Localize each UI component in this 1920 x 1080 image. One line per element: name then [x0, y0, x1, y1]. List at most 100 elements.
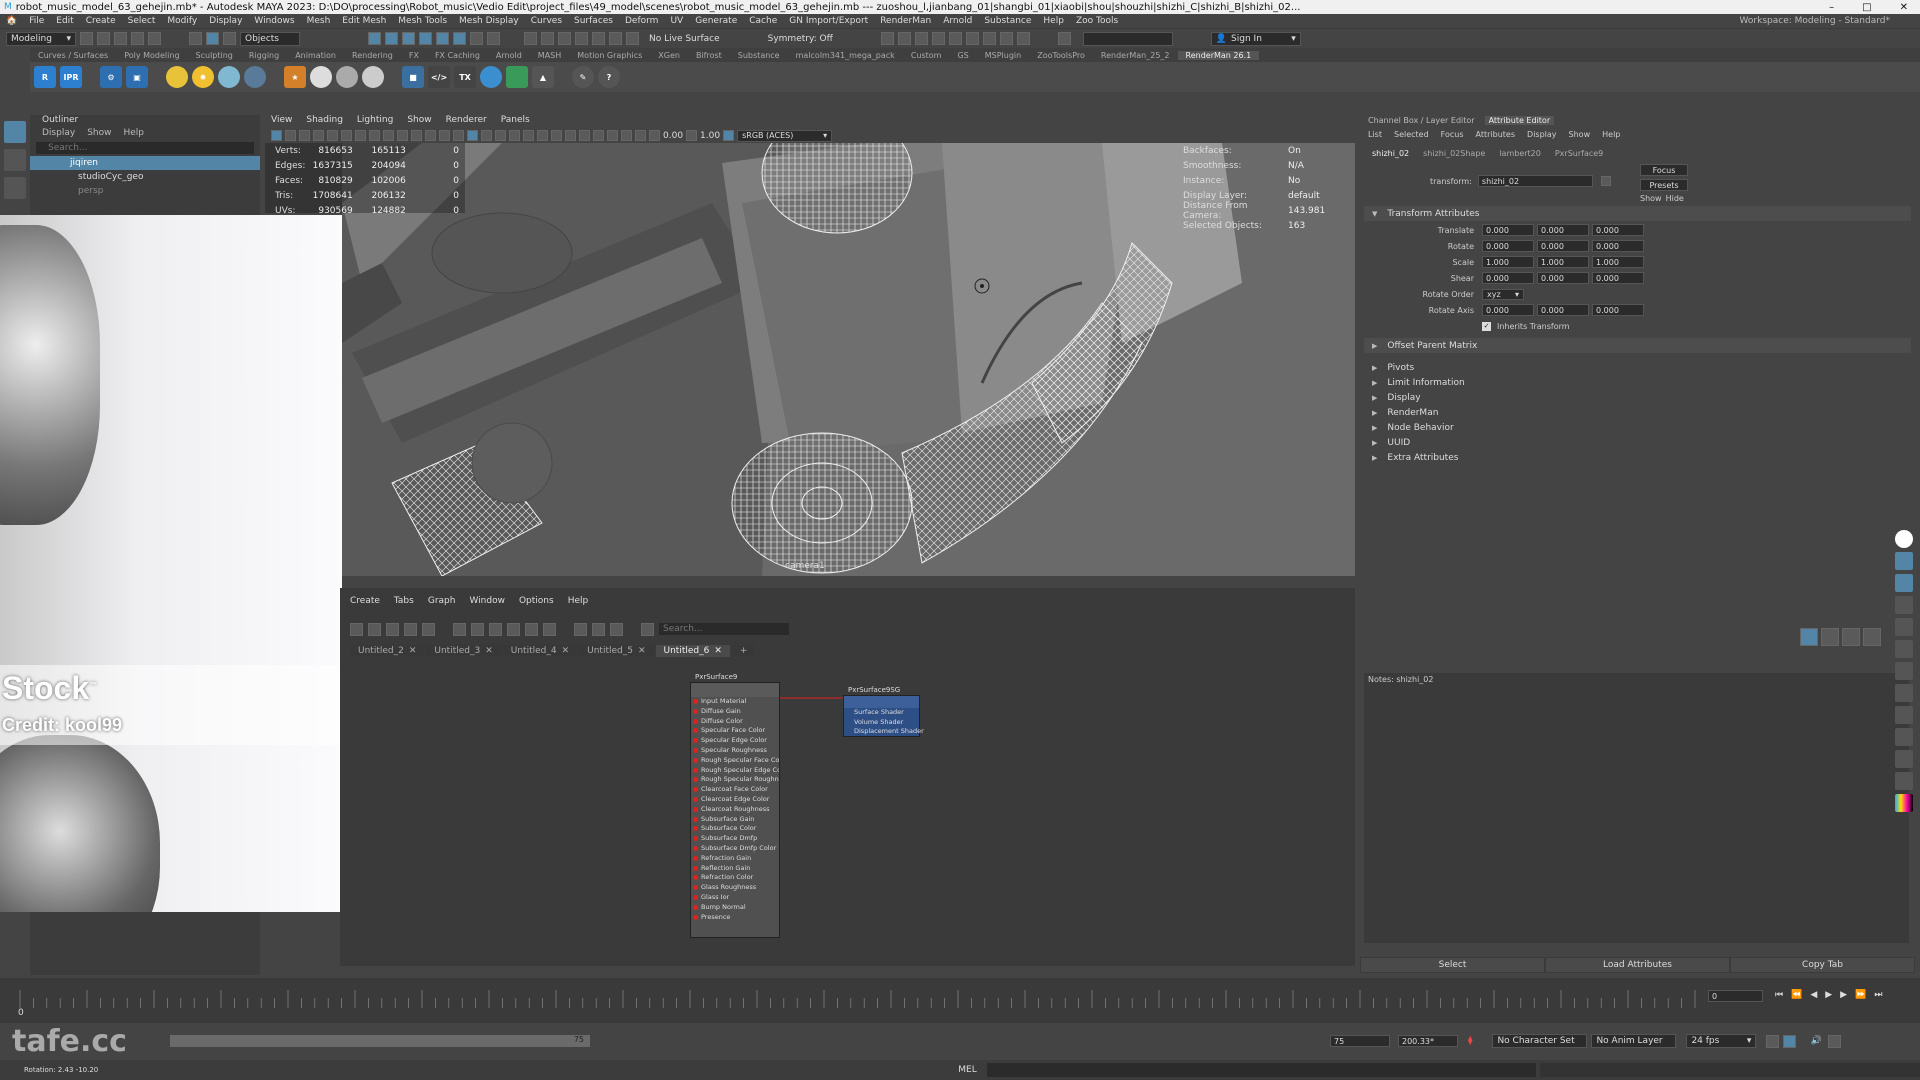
- anim-layer-select[interactable]: No Anim Layer: [1591, 1034, 1677, 1048]
- anim-prefs-icon[interactable]: [1827, 1034, 1841, 1048]
- node2-header[interactable]: [844, 696, 919, 708]
- viewport-menu-view[interactable]: View: [271, 115, 292, 128]
- shelf-tab-fx[interactable]: FX: [401, 51, 427, 60]
- ne-menu-graph[interactable]: Graph: [428, 596, 456, 606]
- playback-end-field[interactable]: 200.33*: [1398, 1035, 1458, 1047]
- construction-history-icon[interactable]: [524, 32, 537, 45]
- mel-input[interactable]: [986, 1063, 1536, 1077]
- vp-image-plane-icon[interactable]: [313, 130, 324, 141]
- vp-safe-title-icon[interactable]: [439, 130, 450, 141]
- vp-gate-mask-icon[interactable]: [397, 130, 408, 141]
- shelf-tab-renderman-26-1[interactable]: RenderMan 26.1: [1177, 50, 1260, 60]
- notes-area[interactable]: Notes: shizhi_02: [1364, 673, 1909, 943]
- node1-attr-port[interactable]: Refraction Gain: [691, 854, 779, 864]
- graph-icon[interactable]: ▲: [532, 66, 554, 88]
- node1-header[interactable]: [691, 683, 779, 697]
- vp-xray-icon[interactable]: [621, 130, 632, 141]
- vp-bookmark-icon[interactable]: [299, 130, 310, 141]
- renderman-ipr-icon[interactable]: IPR: [60, 66, 82, 88]
- node1-attr-port[interactable]: Glass Ior: [691, 893, 779, 903]
- ne-menu-tabs[interactable]: Tabs: [394, 596, 414, 606]
- select-hierarchy-icon[interactable]: [189, 32, 202, 45]
- workspace-select[interactable]: Workspace: Modeling - Standard*: [1740, 16, 1920, 26]
- shear-y-field[interactable]: 0.000: [1537, 272, 1589, 284]
- vp-wireframe-on-shaded-icon[interactable]: [495, 130, 506, 141]
- ipr-icon[interactable]: [558, 32, 571, 45]
- print-icon[interactable]: [1895, 728, 1913, 746]
- shelf-tab-rendering[interactable]: Rendering: [344, 51, 401, 60]
- open-scene-icon[interactable]: [97, 32, 110, 45]
- close-icon[interactable]: ✕: [562, 646, 570, 656]
- ae-menu-selected[interactable]: Selected: [1394, 130, 1429, 139]
- shelf-tab-mash[interactable]: MASH: [530, 51, 569, 60]
- scale-x-field[interactable]: 1.000: [1482, 256, 1534, 268]
- material-gray-icon[interactable]: [362, 66, 384, 88]
- cube-icon[interactable]: ■: [402, 66, 424, 88]
- ne-tab-untitled_3[interactable]: Untitled_3 ✕: [426, 645, 501, 657]
- node1-attr-port[interactable]: Rough Specular Edge Color: [691, 766, 779, 776]
- vp-dof-icon[interactable]: [593, 130, 604, 141]
- vp-lock-camera-icon[interactable]: [285, 130, 296, 141]
- rotate-order-select[interactable]: xyz ▾: [1482, 288, 1524, 300]
- shelf-tab-zootoolspro[interactable]: ZooToolsPro: [1029, 51, 1093, 60]
- ne-clear-graph-icon[interactable]: [404, 622, 417, 636]
- statusline-search-field[interactable]: [1082, 31, 1173, 46]
- viewport-menu-panels[interactable]: Panels: [501, 115, 530, 128]
- material-pattern-icon[interactable]: [336, 66, 358, 88]
- shelf-tab-rigging[interactable]: Rigging: [241, 51, 287, 60]
- inherits-checkbox[interactable]: ✓: [1482, 321, 1491, 331]
- node2-attr-port[interactable]: Volume Shader: [844, 718, 919, 728]
- ne-menu-create[interactable]: Create: [350, 596, 380, 606]
- pxrsurface-node[interactable]: PxrSurface9 Input Material Diffuse Gain Di…: [690, 673, 780, 938]
- draw-circle-icon[interactable]: [1821, 628, 1839, 646]
- translate-y-field[interactable]: 0.000: [1537, 224, 1589, 236]
- section-renderman[interactable]: RenderMan: [1364, 406, 1911, 420]
- select-object-icon[interactable]: [206, 32, 219, 45]
- shelf-tab-arnold[interactable]: Arnold: [488, 51, 530, 60]
- layers-icon[interactable]: [1895, 772, 1913, 790]
- ne-frame-selected-icon[interactable]: [543, 622, 556, 636]
- vp-isolate-icon[interactable]: [607, 130, 618, 141]
- panel-tab-attribute-editor[interactable]: Attribute Editor: [1484, 116, 1555, 125]
- ne-snap-icon[interactable]: [592, 622, 605, 636]
- rotate-x-field[interactable]: 0.000: [1482, 240, 1534, 252]
- vp-2d-pan-icon[interactable]: [327, 130, 338, 141]
- menu-windows[interactable]: Windows: [248, 16, 300, 26]
- focus-button[interactable]: Focus: [1640, 164, 1688, 176]
- rotate-axis-x[interactable]: 0.000: [1482, 304, 1534, 316]
- layout-two-icon[interactable]: [931, 32, 945, 45]
- maximize-button[interactable]: □: [1862, 2, 1871, 13]
- ne-tab-untitled_4[interactable]: Untitled_4 ✕: [502, 645, 578, 657]
- menu-zoo-tools[interactable]: Zoo Tools: [1070, 16, 1124, 26]
- node1-attr-port[interactable]: Input Material: [691, 697, 779, 707]
- menu-mesh-tools[interactable]: Mesh Tools: [392, 16, 453, 26]
- vp-safe-action-icon[interactable]: [425, 130, 436, 141]
- vp-select-camera-icon[interactable]: [271, 130, 282, 141]
- outliner-menu-help[interactable]: Help: [123, 128, 144, 140]
- menu-cache[interactable]: Cache: [743, 16, 783, 26]
- render-settings-icon[interactable]: [575, 32, 588, 45]
- menu-deform[interactable]: Deform: [619, 16, 664, 26]
- vp-gamma-icon[interactable]: [686, 130, 698, 141]
- graph-editor-icon[interactable]: [1783, 1034, 1797, 1048]
- dome-light-icon[interactable]: ✹: [192, 66, 214, 88]
- menu-select[interactable]: Select: [122, 16, 162, 26]
- ne-graph-input-output-icon[interactable]: [350, 622, 363, 636]
- select-tool-icon[interactable]: [4, 121, 26, 143]
- node1-attr-port[interactable]: Rough Specular Face Color: [691, 756, 779, 766]
- ne-menu-help[interactable]: Help: [568, 596, 589, 606]
- hypershade-icon[interactable]: [592, 32, 605, 45]
- show-button[interactable]: Show: [1640, 194, 1662, 203]
- tx-icon[interactable]: TX: [454, 66, 476, 88]
- hide-button[interactable]: Hide: [1666, 194, 1684, 203]
- layout-four-icon[interactable]: [914, 32, 928, 45]
- menu-substance[interactable]: Substance: [978, 16, 1037, 26]
- node1-attr-port[interactable]: Specular Edge Color: [691, 736, 779, 746]
- minimize-button[interactable]: –: [1829, 2, 1834, 13]
- vp-grease-pencil-icon[interactable]: [341, 130, 352, 141]
- ne-grid-icon[interactable]: [574, 622, 587, 636]
- section-display[interactable]: Display: [1364, 391, 1911, 405]
- ne-menu-options[interactable]: Options: [519, 596, 554, 606]
- viewport-menu-show[interactable]: Show: [407, 115, 431, 128]
- ae-menu-help[interactable]: Help: [1602, 130, 1620, 139]
